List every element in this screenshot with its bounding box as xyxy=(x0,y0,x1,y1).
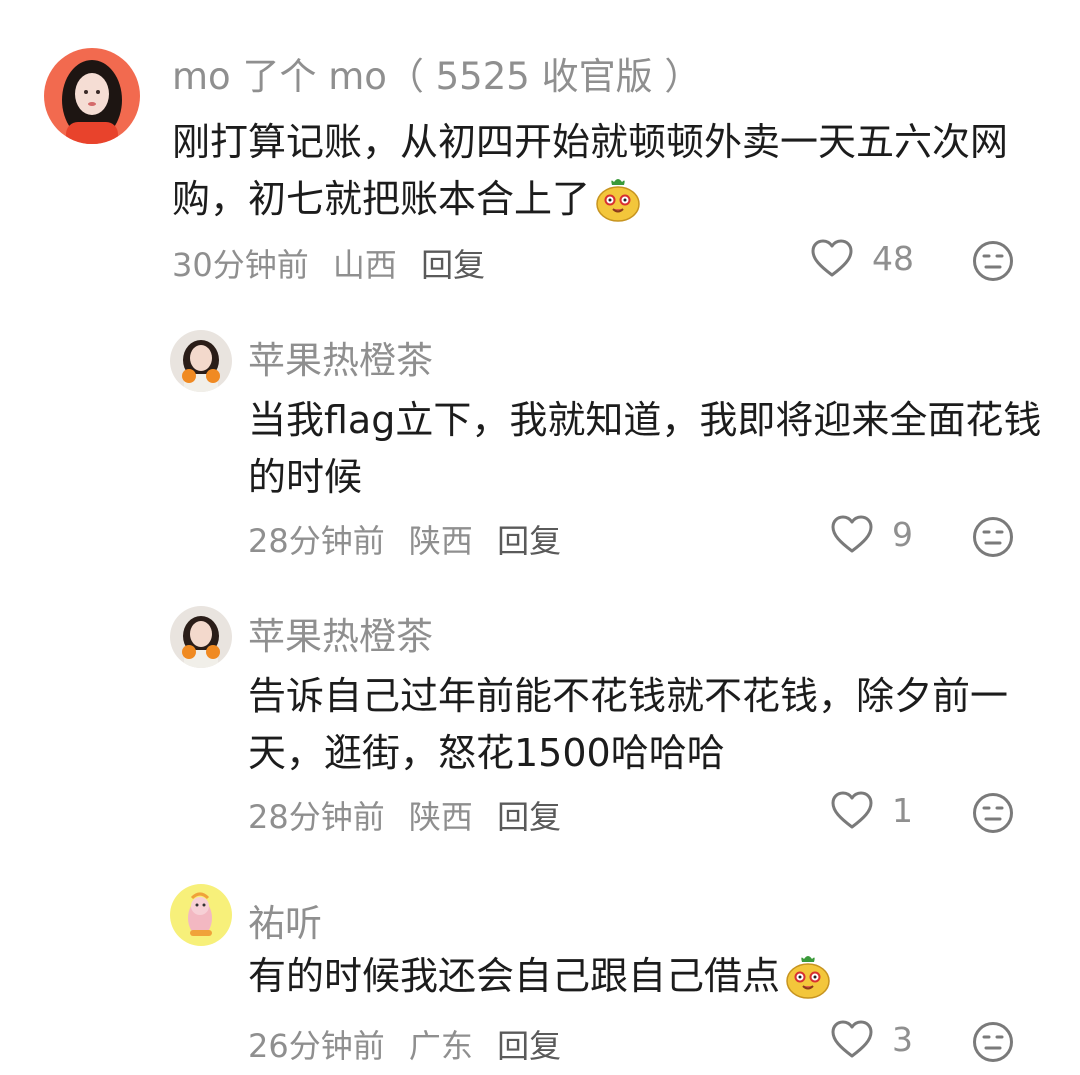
like-button[interactable]: 48 xyxy=(810,238,914,278)
user-avatar[interactable] xyxy=(170,330,232,392)
heart-outline-icon xyxy=(831,515,873,553)
mango-face-emoji xyxy=(784,953,832,1015)
comment-meta: 28分钟前 陕西 回复 xyxy=(248,516,575,562)
avatar-woman-icon xyxy=(44,48,140,144)
like-count: 9 xyxy=(892,514,913,554)
comment-location: 广东 xyxy=(408,1027,473,1065)
reply-button[interactable]: 回复 xyxy=(497,522,561,560)
comment-location: 陕西 xyxy=(408,522,473,560)
like-count: 48 xyxy=(872,238,914,278)
comment-time: 28分钟前 xyxy=(248,522,385,560)
avatar-girl-icon xyxy=(170,330,232,392)
comment-time: 26分钟前 xyxy=(248,1027,385,1065)
comment-thread: mo 了个 mo（ 5525 收官版 ） 刚打算记账，从初四开始就顿顿外卖一天五… xyxy=(0,0,1080,1075)
comment-meta: 26分钟前 广东 回复 xyxy=(248,1021,575,1067)
like-count: 3 xyxy=(892,1019,913,1059)
user-avatar[interactable] xyxy=(170,606,232,668)
neutral-face-icon xyxy=(973,793,1013,833)
user-avatar[interactable] xyxy=(170,884,232,946)
comment-text: 刚打算记账，从初四开始就顿顿外卖一天五六次网购，初七就把账本合上了 xyxy=(172,114,1032,238)
dislike-button[interactable] xyxy=(972,240,1014,286)
neutral-face-icon xyxy=(973,241,1013,281)
neutral-face-icon xyxy=(973,517,1013,557)
user-avatar[interactable] xyxy=(44,48,140,144)
comment-username[interactable]: mo 了个 mo（ 5525 收官版 ） xyxy=(172,46,701,100)
comment-location: 陕西 xyxy=(408,798,473,836)
like-button[interactable]: 9 xyxy=(830,514,913,554)
reply-button[interactable]: 回复 xyxy=(497,798,561,836)
like-button[interactable]: 1 xyxy=(830,790,913,830)
dislike-button[interactable] xyxy=(972,516,1014,562)
comment-text-content: 有的时候我还会自己跟自己借点 xyxy=(248,954,781,998)
dislike-button[interactable] xyxy=(972,1021,1014,1067)
like-button[interactable]: 3 xyxy=(830,1019,913,1059)
neutral-face-icon xyxy=(973,1022,1013,1062)
comment-text: 当我flag立下，我就知道，我即将迎来全面花钱的时候 xyxy=(248,398,1042,499)
heart-outline-icon xyxy=(831,791,873,829)
comment-time: 28分钟前 xyxy=(248,798,385,836)
comment-username[interactable]: 苹果热橙茶 xyxy=(248,606,433,660)
comment-meta: 30分钟前 山西 回复 xyxy=(172,240,499,286)
heart-outline-icon xyxy=(811,239,853,277)
reply-button[interactable]: 回复 xyxy=(497,1027,561,1065)
dislike-button[interactable] xyxy=(972,792,1014,838)
mango-face-emoji xyxy=(594,176,642,238)
comment-username[interactable]: 苹果热橙茶 xyxy=(248,330,433,384)
avatar-girl-icon xyxy=(170,606,232,668)
comment-text: 告诉自己过年前能不花钱就不花钱，除夕前一天，逛街，怒花1500哈哈哈 xyxy=(248,674,1009,775)
comment-time: 30分钟前 xyxy=(172,246,309,284)
comment-meta: 28分钟前 陕西 回复 xyxy=(248,792,575,838)
comment-location: 山西 xyxy=(332,246,397,284)
avatar-cartoon-icon xyxy=(170,884,232,946)
like-count: 1 xyxy=(892,790,913,830)
comment-username[interactable]: 祐听 xyxy=(248,893,322,947)
reply-button[interactable]: 回复 xyxy=(421,246,485,284)
comment-text-content: 刚打算记账，从初四开始就顿顿外卖一天五六次网购，初七就把账本合上了 xyxy=(172,120,1009,221)
heart-outline-icon xyxy=(831,1020,873,1058)
comment-text: 有的时候我还会自己跟自己借点 xyxy=(248,948,1048,1015)
